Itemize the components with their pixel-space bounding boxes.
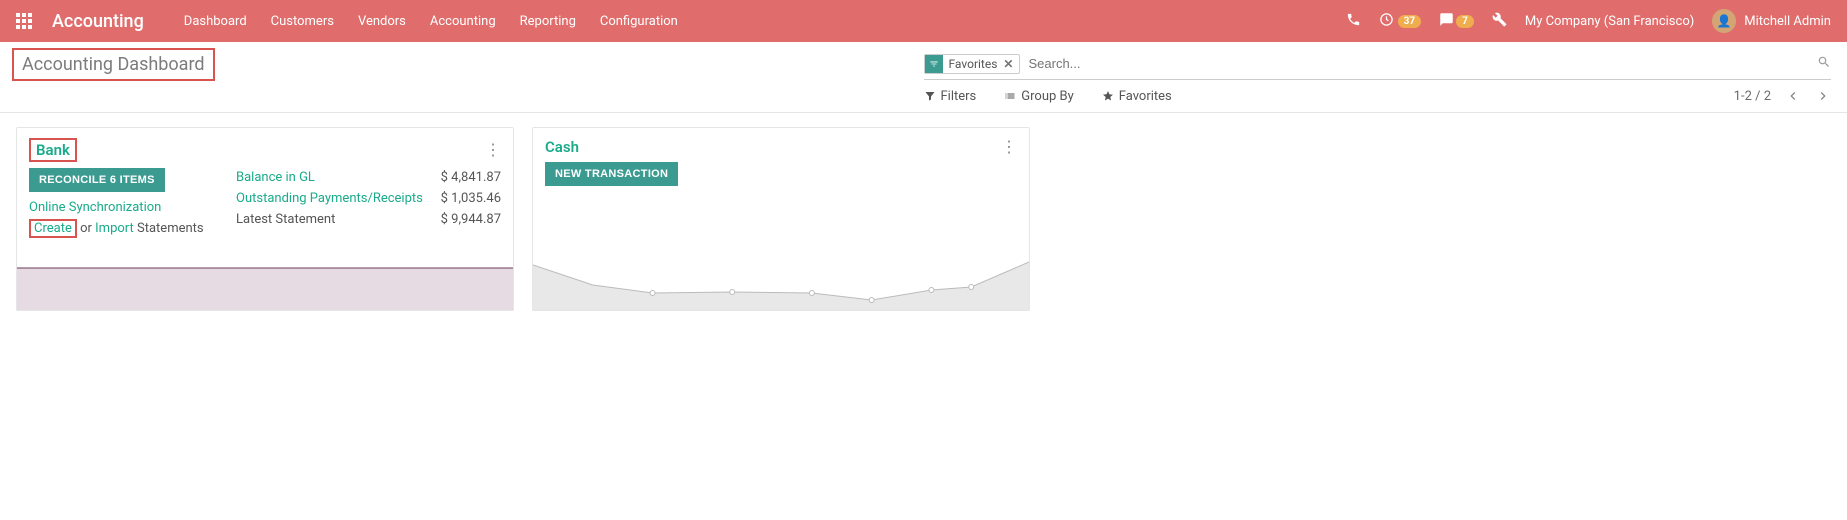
page-title: Accounting Dashboard — [22, 54, 205, 75]
or-text: or — [77, 221, 95, 236]
user-name: Mitchell Admin — [1744, 14, 1831, 29]
import-statement-link[interactable]: Import — [95, 221, 134, 236]
nav-item-accounting[interactable]: Accounting — [430, 14, 496, 29]
cash-sparkline — [533, 260, 1029, 310]
card-bank-menu[interactable]: ⋮ — [485, 142, 501, 158]
nav-item-customers[interactable]: Customers — [271, 14, 334, 29]
highlight-bank-title: Bank — [29, 138, 77, 162]
create-statement-link[interactable]: Create — [29, 219, 77, 238]
balance-gl-value: $ 4,841.87 — [441, 168, 501, 189]
apps-icon[interactable] — [16, 13, 32, 29]
highlight-page-title: Accounting Dashboard — [12, 48, 215, 81]
search-icon[interactable] — [1817, 55, 1831, 73]
top-navbar: Accounting Dashboard Customers Vendors A… — [0, 0, 1847, 42]
groupby-button[interactable]: Group By — [1004, 89, 1074, 104]
statements-line: Create or Import Statements — [29, 219, 224, 240]
outstanding-label[interactable]: Outstanding Payments/Receipts — [236, 189, 423, 210]
filters-button[interactable]: Filters — [924, 89, 977, 104]
reconcile-button[interactable]: RECONCILE 6 ITEMS — [29, 168, 165, 192]
bank-sparkline — [17, 260, 513, 310]
funnel-icon — [925, 55, 943, 73]
clock-icon — [1379, 12, 1394, 31]
message-badge: 7 — [1456, 15, 1474, 28]
card-bank-title[interactable]: Bank — [36, 141, 70, 159]
search-bar: Favorites ✕ — [924, 52, 1832, 80]
company-switcher[interactable]: My Company (San Francisco) — [1525, 14, 1694, 29]
kanban-view: Bank ⋮ RECONCILE 6 ITEMS Online Synchron… — [0, 113, 1847, 325]
star-icon — [1102, 90, 1114, 102]
card-cash-menu[interactable]: ⋮ — [1001, 139, 1017, 155]
filters-label: Filters — [941, 89, 977, 104]
messaging[interactable]: 7 — [1439, 12, 1474, 31]
nav-item-configuration[interactable]: Configuration — [600, 14, 678, 29]
nav-item-reporting[interactable]: Reporting — [520, 14, 576, 29]
favorites-button[interactable]: Favorites — [1102, 89, 1172, 104]
filter-row: Filters Group By Favorites 1-2 / 2 — [924, 88, 1832, 112]
groupby-label: Group By — [1021, 89, 1074, 104]
nav-item-dashboard[interactable]: Dashboard — [184, 14, 247, 29]
pager-text: 1-2 / 2 — [1734, 89, 1771, 104]
app-brand: Accounting — [52, 11, 144, 32]
nav-menu: Dashboard Customers Vendors Accounting R… — [184, 14, 678, 29]
nav-right: 37 7 My Company (San Francisco) 👤 Mitche… — [1346, 9, 1831, 33]
new-transaction-button[interactable]: NEW TRANSACTION — [545, 162, 678, 186]
card-cash: Cash ⋮ NEW TRANSACTION — [532, 127, 1030, 311]
activity-timer[interactable]: 37 — [1379, 12, 1421, 31]
online-sync-link[interactable]: Online Synchronization — [29, 198, 224, 219]
balance-gl-label[interactable]: Balance in GL — [236, 168, 315, 189]
latest-statement-label: Latest Statement — [236, 210, 335, 231]
pager-next[interactable] — [1815, 88, 1831, 104]
latest-statement-value: $ 9,944.87 — [441, 210, 501, 231]
control-panel: Accounting Dashboard Favorites ✕ Filters — [0, 42, 1847, 113]
statements-suffix: Statements — [134, 221, 204, 236]
search-facet-remove[interactable]: ✕ — [1001, 57, 1015, 71]
search-facet-favorites: Favorites ✕ — [924, 54, 1021, 74]
list-icon — [1004, 90, 1016, 102]
favorites-label: Favorites — [1119, 89, 1172, 104]
activity-badge: 37 — [1398, 15, 1421, 28]
chat-icon — [1439, 12, 1454, 31]
search-input[interactable] — [1020, 52, 1817, 75]
filter-icon — [924, 90, 936, 102]
pager-prev[interactable] — [1785, 88, 1801, 104]
nav-item-vendors[interactable]: Vendors — [358, 14, 406, 29]
phone-icon[interactable] — [1346, 12, 1361, 31]
user-menu[interactable]: 👤 Mitchell Admin — [1712, 9, 1831, 33]
avatar: 👤 — [1712, 9, 1736, 33]
card-cash-title[interactable]: Cash — [545, 138, 579, 156]
debug-icon[interactable] — [1492, 12, 1507, 31]
search-facet-label: Favorites — [945, 56, 1002, 72]
outstanding-value: $ 1,035.46 — [441, 189, 501, 210]
card-bank: Bank ⋮ RECONCILE 6 ITEMS Online Synchron… — [16, 127, 514, 311]
